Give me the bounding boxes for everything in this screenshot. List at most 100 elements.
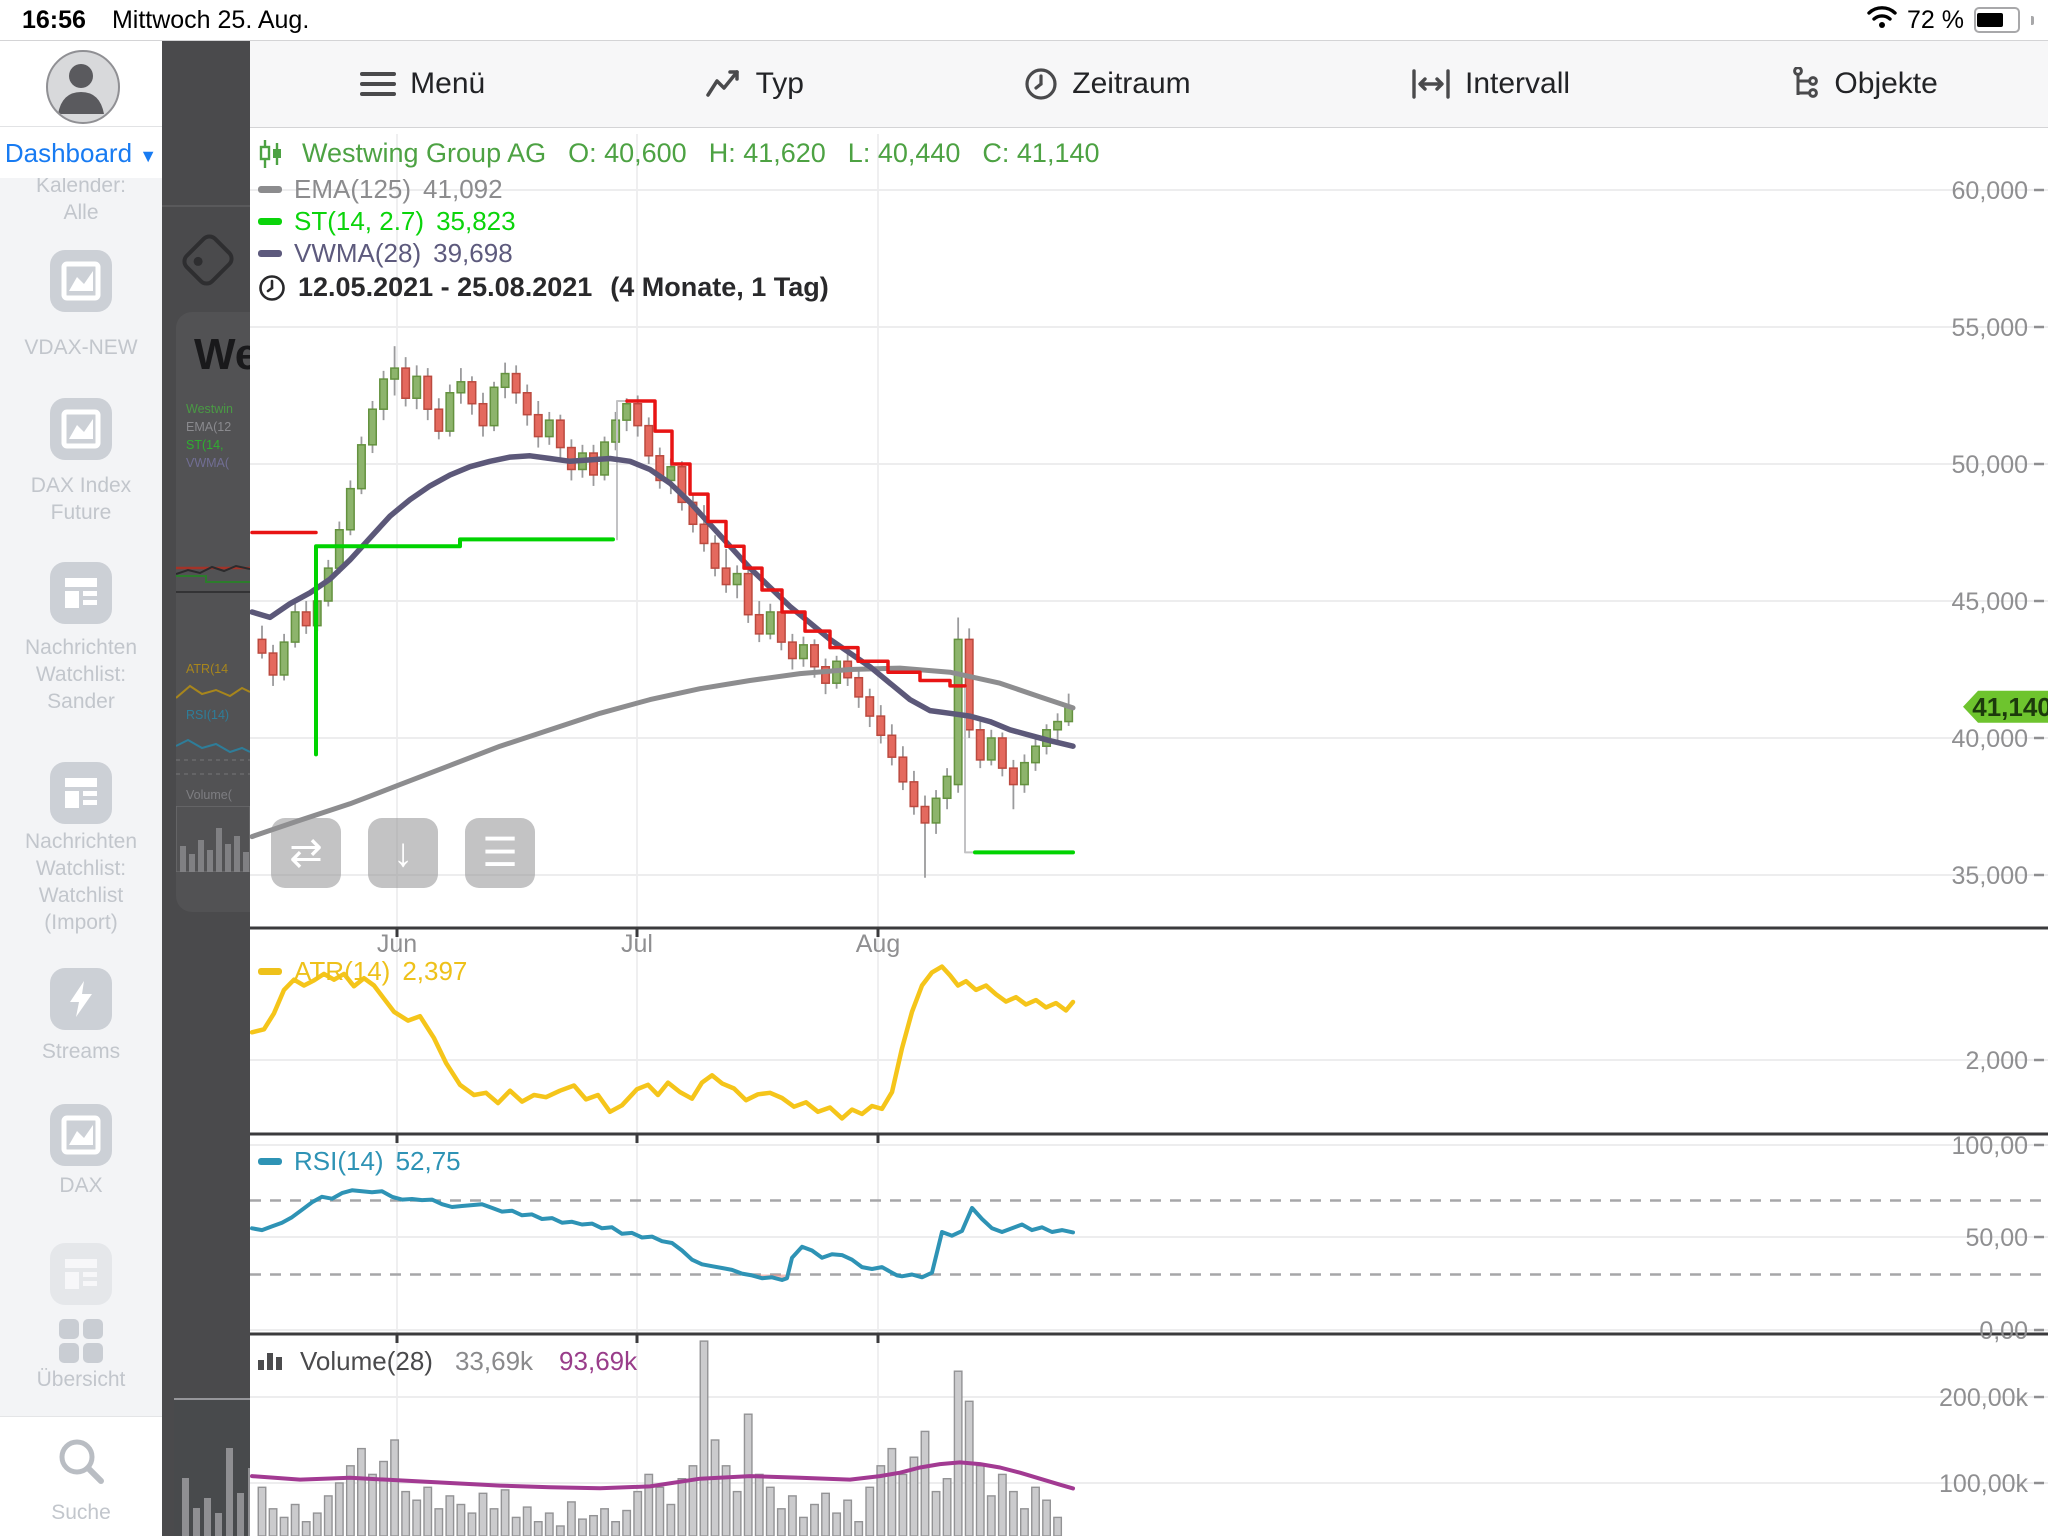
sidebar-item-kalender--alle[interactable]: Kalender:Alle bbox=[0, 172, 162, 226]
volume-bar bbox=[800, 1517, 808, 1536]
volume-bar bbox=[899, 1474, 907, 1536]
battery-nub bbox=[2031, 16, 2034, 25]
mini-legend-entry: EMA(12 bbox=[186, 420, 231, 434]
status-left: 16:56 Mittwoch 25. Aug. bbox=[22, 6, 309, 35]
indicator-legend-vwma[interactable]: VWMA(28)39,698 bbox=[258, 238, 513, 269]
candle-body bbox=[347, 489, 355, 530]
candle-body bbox=[380, 379, 388, 409]
volume-bar bbox=[811, 1505, 819, 1537]
candle-body bbox=[623, 404, 631, 420]
symbol-legend[interactable]: Westwing Group AG O: 40,600 H: 41,620 L:… bbox=[258, 138, 1100, 169]
date-range-duration: (4 Monate, 1 Tag) bbox=[610, 272, 829, 303]
volume-bar bbox=[280, 1517, 288, 1536]
volume-bar bbox=[866, 1487, 874, 1536]
indicator-label: ST(14, 2.7) bbox=[294, 206, 424, 237]
volume-bar bbox=[822, 1493, 830, 1536]
indicator-swatch bbox=[258, 186, 282, 193]
price-axis-label: 50,000 bbox=[1952, 451, 2028, 479]
volume-legend[interactable]: Volume(28) 33,69k 93,69k bbox=[258, 1346, 637, 1377]
candle-body bbox=[612, 420, 620, 442]
sidebar-item-vdax-new[interactable]: VDAX-NEW bbox=[0, 334, 162, 361]
candle-body bbox=[457, 382, 465, 393]
candle-body bbox=[744, 574, 752, 615]
divider bbox=[162, 205, 250, 207]
toolbar-item-menu[interactable]: Menü bbox=[360, 67, 485, 101]
volume-bar bbox=[468, 1513, 476, 1536]
mini-volume-label: Volume( bbox=[186, 788, 232, 802]
date-range-legend[interactable]: 12.05.2021 - 25.08.2021 (4 Monate, 1 Tag… bbox=[258, 272, 829, 303]
mini-rsi-panel bbox=[176, 726, 250, 791]
chart-icon[interactable] bbox=[50, 1104, 112, 1166]
candle-body bbox=[711, 543, 719, 568]
volume-bar bbox=[612, 1522, 620, 1536]
sidebar-item-streams[interactable]: Streams bbox=[0, 1038, 162, 1065]
candle-body bbox=[767, 612, 775, 634]
mini-legend-entry: VWMA( bbox=[186, 456, 229, 470]
layers-button[interactable]: ☰ bbox=[465, 818, 535, 888]
toolbar-item-label: Zeitraum bbox=[1072, 67, 1190, 101]
sidebar-item-nachrichten-watchlist--watchlist-(import)[interactable]: NachrichtenWatchlist:Watchlist(Import) bbox=[0, 828, 162, 936]
swap-button[interactable]: ⇄ bbox=[271, 818, 341, 888]
status-time: 16:56 bbox=[22, 6, 86, 35]
volume-bar bbox=[424, 1487, 432, 1536]
volume-bar bbox=[656, 1487, 664, 1536]
volume-bar bbox=[932, 1492, 940, 1536]
chart-icon[interactable] bbox=[50, 398, 112, 460]
sidebar-header: Dashboard ▼ bbox=[0, 40, 162, 178]
news-icon[interactable] bbox=[50, 562, 112, 624]
candle-body bbox=[634, 404, 642, 426]
candle-body bbox=[557, 420, 565, 447]
candle-body bbox=[479, 404, 487, 426]
sidebar-item-suche[interactable]: Suche bbox=[0, 1499, 162, 1526]
battery-icon bbox=[1974, 7, 2020, 33]
chart-toolbar: Menü Typ Zeitraum Intervall Objekte bbox=[250, 40, 2048, 128]
candle-body bbox=[866, 697, 874, 716]
divider bbox=[0, 126, 162, 127]
volume-bar bbox=[1032, 1487, 1040, 1536]
toolbar-item-zeitraum[interactable]: Zeitraum bbox=[1024, 67, 1190, 101]
month-label: Jun bbox=[377, 930, 417, 958]
sidebar-item-nachrichten-watchlist--sander[interactable]: NachrichtenWatchlist:Sander bbox=[0, 634, 162, 715]
avatar[interactable] bbox=[46, 50, 120, 124]
volume-bar bbox=[479, 1493, 487, 1536]
candle-body bbox=[1010, 768, 1018, 784]
volume-bar bbox=[314, 1513, 322, 1536]
rsi-axis-label: 50,00 bbox=[1965, 1224, 2028, 1252]
volume-bar bbox=[501, 1490, 509, 1536]
rsi-legend[interactable]: RSI(14) 52,75 bbox=[258, 1146, 461, 1177]
volume-bar bbox=[490, 1509, 498, 1536]
volume-bars-icon bbox=[258, 1353, 282, 1370]
lightning-icon[interactable] bbox=[50, 968, 112, 1030]
volume-bar bbox=[358, 1449, 366, 1536]
download-button[interactable]: ↓ bbox=[368, 818, 438, 888]
indicator-legend-ema[interactable]: EMA(125)41,092 bbox=[258, 174, 503, 205]
atr-axis-label: 2,000 bbox=[1965, 1047, 2028, 1075]
volume-bar bbox=[943, 1479, 951, 1536]
volume-bar bbox=[535, 1522, 543, 1536]
dashboard-selector[interactable]: Dashboard ▼ bbox=[0, 138, 162, 169]
atr-legend[interactable]: ATR(14) 2,397 bbox=[258, 956, 467, 987]
clock-icon bbox=[258, 274, 286, 302]
sidebar-item-übersicht[interactable]: Übersicht bbox=[0, 1366, 162, 1393]
volume-bar bbox=[667, 1505, 675, 1537]
search-icon[interactable] bbox=[55, 1435, 107, 1492]
sidebar-item-dax[interactable]: DAX bbox=[0, 1172, 162, 1199]
thumbnail-strip[interactable]: Wes WestwinEMA(12ST(14,VWMA( ATR(14 RSI(… bbox=[162, 40, 250, 1536]
volume-bar bbox=[457, 1505, 465, 1537]
toolbar-item-label: Typ bbox=[756, 67, 804, 101]
mini-legend-entry: ST(14, bbox=[186, 438, 224, 452]
toolbar-item-objekte[interactable]: Objekte bbox=[1790, 67, 1937, 101]
sidebar-item-dax-index-future[interactable]: DAX IndexFuture bbox=[0, 472, 162, 526]
news-icon[interactable] bbox=[50, 1243, 112, 1305]
chart-icon[interactable] bbox=[50, 250, 112, 312]
toolbar-item-intervall[interactable]: Intervall bbox=[1411, 67, 1570, 101]
candle-body bbox=[280, 642, 288, 675]
volume-bar bbox=[965, 1401, 973, 1536]
grid-icon[interactable] bbox=[50, 1310, 112, 1372]
toolbar-item-label: Menü bbox=[410, 67, 485, 101]
volume-bar bbox=[590, 1516, 598, 1536]
toolbar-item-typ[interactable]: Typ bbox=[706, 67, 804, 101]
news-icon[interactable] bbox=[50, 762, 112, 824]
down-arrow-icon: ↓ bbox=[393, 831, 413, 876]
indicator-legend-st[interactable]: ST(14, 2.7)35,823 bbox=[258, 206, 516, 237]
